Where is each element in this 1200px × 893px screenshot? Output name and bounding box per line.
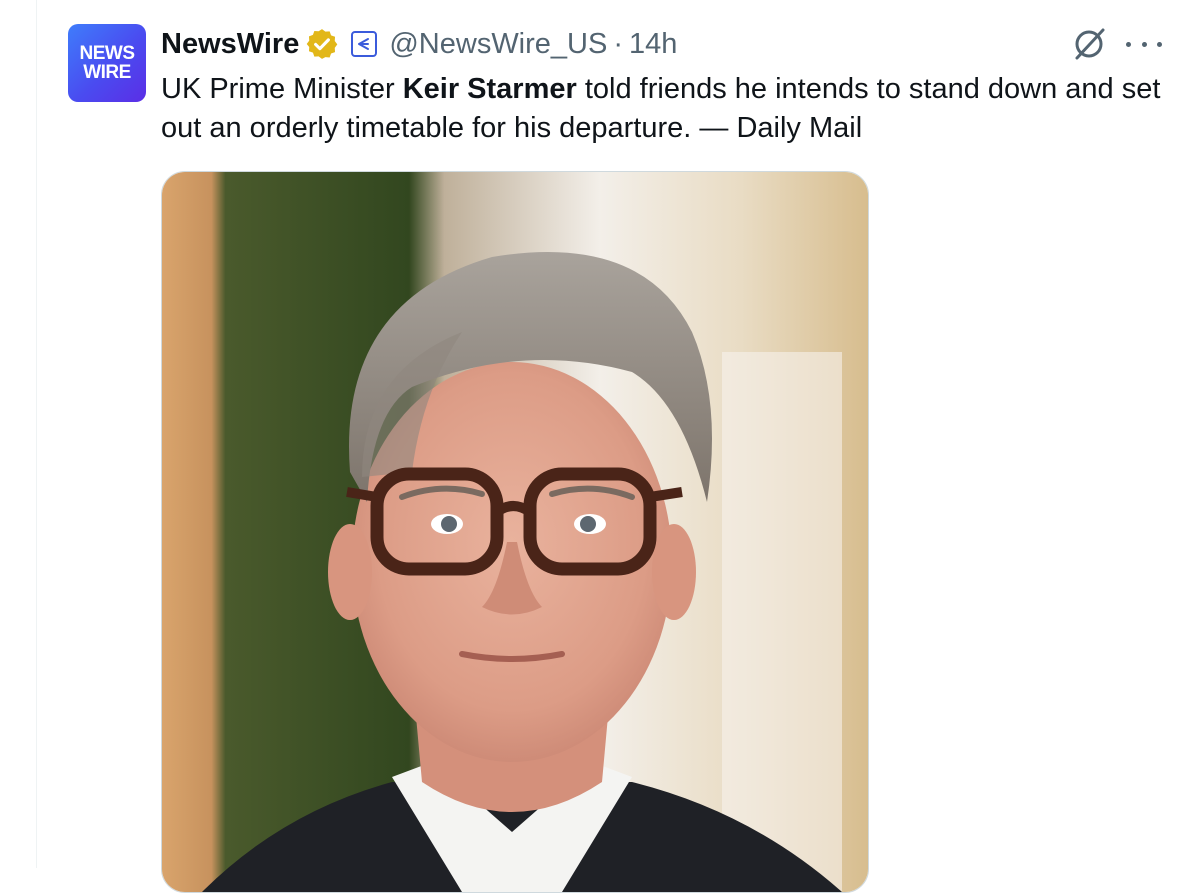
separator-dot: ·	[613, 27, 623, 60]
avatar[interactable]: NEWS WIRE	[68, 24, 146, 102]
handle[interactable]: @NewsWire_US	[389, 28, 607, 61]
timeline-border	[36, 0, 37, 868]
tweet-text-lead: UK Prime Minister	[161, 73, 403, 105]
timestamp[interactable]: 14h	[629, 28, 677, 61]
grok-icon[interactable]	[1070, 25, 1108, 63]
avatar-line-1: NEWS	[79, 43, 136, 64]
avatar-line-2: WIRE	[83, 62, 131, 83]
display-name[interactable]: NewsWire	[161, 28, 299, 61]
tweet-header: NewsWire @NewsWire_US · 14h	[161, 26, 1162, 62]
affiliate-badge-icon[interactable]	[351, 31, 378, 57]
tweet-text-bold: Keir Starmer	[402, 73, 577, 105]
verified-badge-icon[interactable]	[305, 27, 339, 61]
tweet-text: UK Prime Minister Keir Starmer told frie…	[161, 70, 1161, 148]
tweet-photo[interactable]	[161, 171, 869, 893]
more-options-icon[interactable]	[1126, 34, 1162, 54]
tweet: NewsWire @NewsWire_US · 14h UK Prime Min…	[161, 26, 1162, 148]
